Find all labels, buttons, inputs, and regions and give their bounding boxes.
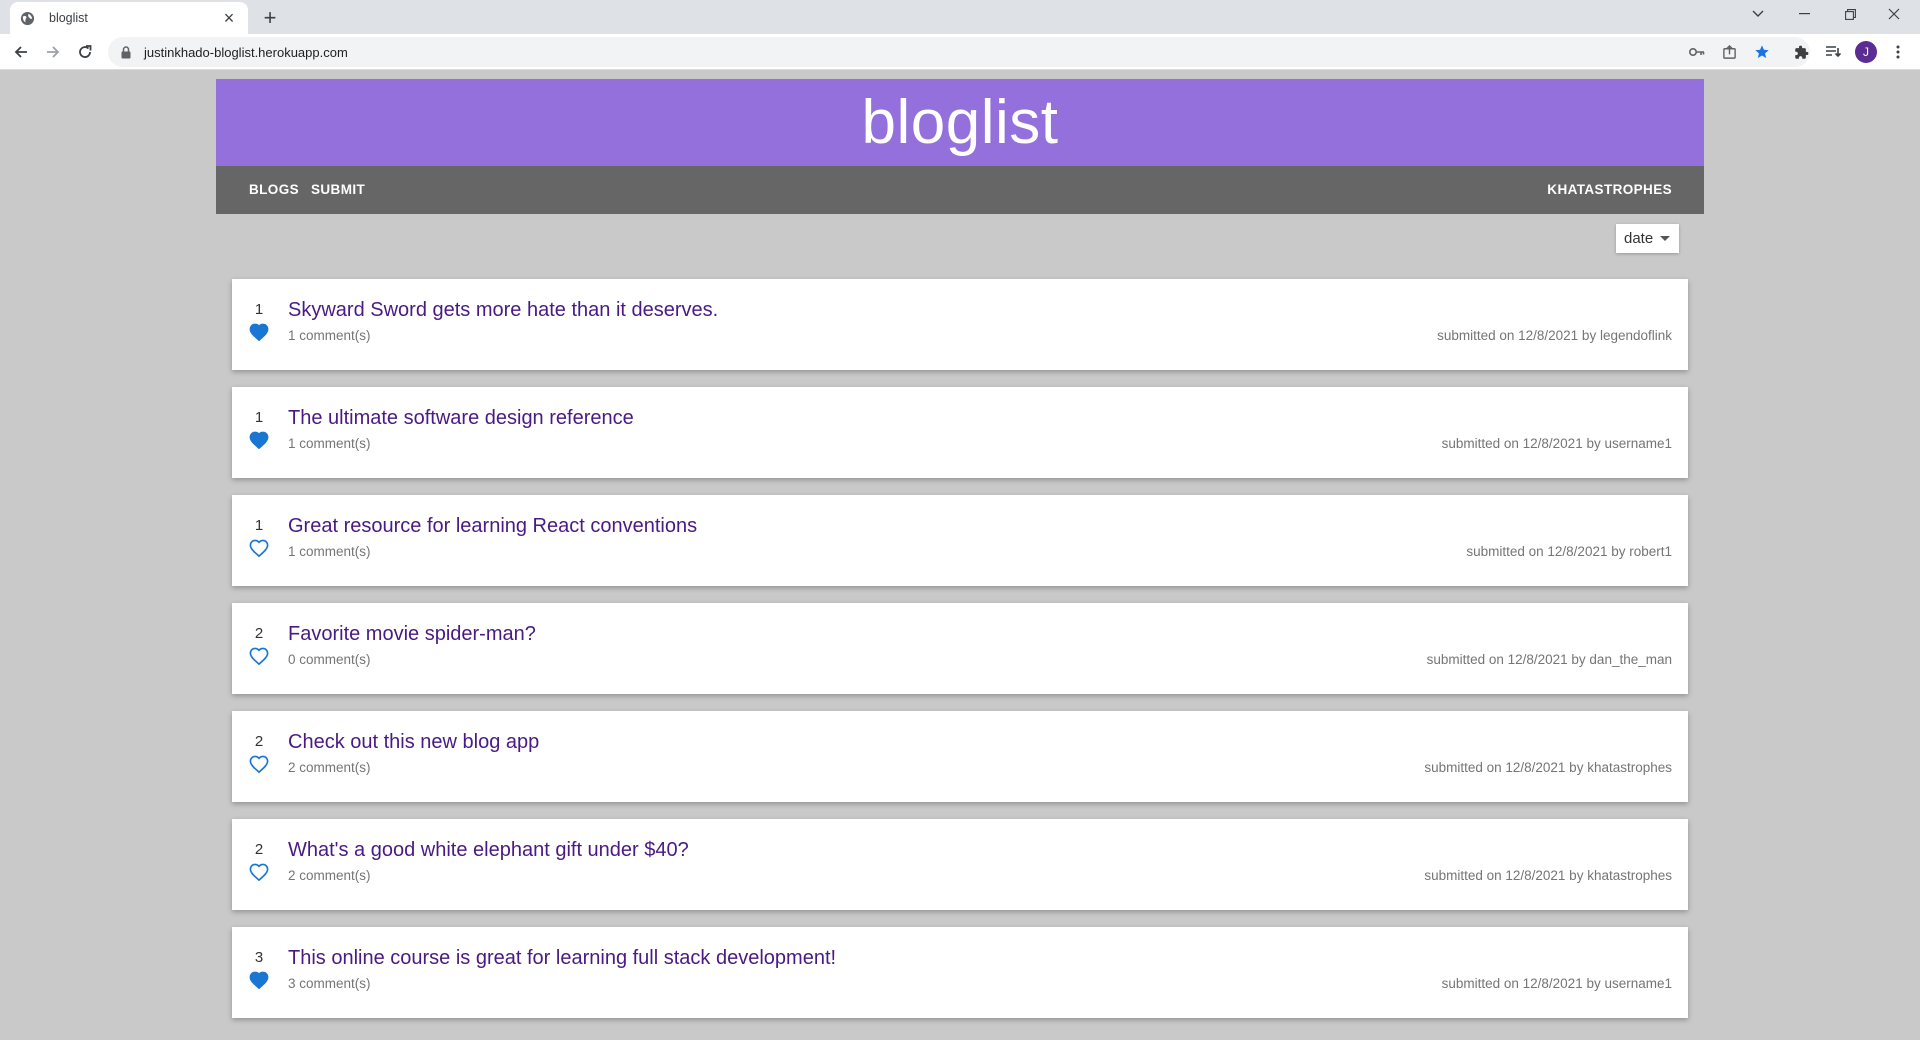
like-count: 2 [254,841,264,858]
share-icon[interactable] [1718,41,1740,63]
sort-selected-value: date [1624,230,1654,247]
forward-arrow-icon[interactable] [40,39,66,65]
heart-icon[interactable] [249,971,269,989]
reload-icon[interactable] [72,39,98,65]
like-count: 2 [254,733,264,750]
like-count: 1 [254,517,264,534]
close-window-icon[interactable] [1872,0,1916,28]
reading-list-icon[interactable] [1822,41,1844,63]
comment-count: 1 comment(s) [288,544,371,559]
submission-meta: submitted on 12/8/2021 by username1 [1441,976,1672,991]
nav-link-user[interactable]: KHATASTROPHES [1547,182,1672,197]
heart-icon[interactable] [249,755,269,773]
minimize-icon[interactable] [1782,0,1826,28]
comment-count: 2 comment(s) [288,760,371,775]
sort-select[interactable]: date [1616,224,1679,253]
profile-avatar[interactable]: J [1855,41,1877,63]
blog-title-link[interactable]: Skyward Sword gets more hate than it des… [288,299,718,322]
submission-meta: submitted on 12/8/2021 by robert1 [1466,544,1672,559]
heart-icon[interactable] [249,539,269,557]
extensions-icon[interactable] [1790,41,1812,63]
heart-icon[interactable] [249,647,269,665]
blog-title-link[interactable]: The ultimate software design reference [288,407,634,430]
submission-meta: submitted on 12/8/2021 by dan_the_man [1426,652,1672,667]
blog-card: 1 Great resource for learning React conv… [232,495,1688,586]
blog-title-link[interactable]: Check out this new blog app [288,731,539,754]
blog-title-link[interactable]: Favorite movie spider-man? [288,623,536,646]
nav-link-blogs[interactable]: BLOGS [249,182,299,197]
comment-count: 3 comment(s) [288,976,371,991]
comment-count: 0 comment(s) [288,652,371,667]
blog-title-link[interactable]: This online course is great for learning… [288,947,836,970]
like-count: 3 [254,949,264,966]
tab-title: bloglist [49,11,88,25]
comment-count: 1 comment(s) [288,328,371,343]
close-tab-icon[interactable]: × [220,9,238,27]
submission-meta: submitted on 12/8/2021 by legendoflink [1437,328,1672,343]
browser-tabstrip: bloglist × + [0,0,1920,34]
heart-icon[interactable] [249,863,269,881]
blog-card: 1 The ultimate software design reference… [232,387,1688,478]
back-arrow-icon[interactable] [8,39,34,65]
submission-meta: submitted on 12/8/2021 by username1 [1441,436,1672,451]
submission-meta: submitted on 12/8/2021 by khatastrophes [1424,868,1672,883]
key-icon[interactable] [1686,41,1708,63]
menu-kebab-icon[interactable] [1887,41,1909,63]
blog-title-link[interactable]: Great resource for learning React conven… [288,515,697,538]
blog-card: 2 Check out this new blog app 2 comment(… [232,711,1688,802]
lock-icon [120,45,132,59]
globe-icon [20,11,35,26]
comment-count: 1 comment(s) [288,436,371,451]
blog-card: 2 What's a good white elephant gift unde… [232,819,1688,910]
blog-card: 1 Skyward Sword gets more hate than it d… [232,279,1688,370]
like-count: 2 [254,625,264,642]
tab-search-icon[interactable] [1736,0,1780,28]
heart-icon[interactable] [249,323,269,341]
address-bar[interactable]: justinkhado-bloglist.herokuapp.com [108,37,1810,67]
submission-meta: submitted on 12/8/2021 by khatastrophes [1424,760,1672,775]
browser-tab[interactable]: bloglist × [10,2,248,34]
new-tab-icon[interactable]: + [258,5,282,30]
like-count: 1 [254,409,264,426]
restore-icon[interactable] [1828,0,1872,28]
dropdown-caret-icon [1660,236,1671,241]
nav-link-submit[interactable]: SUBMIT [311,182,365,197]
app-nav-bar: BLOGS SUBMIT KHATASTROPHES [216,166,1704,214]
blog-card: 2 Favorite movie spider-man? 0 comment(s… [232,603,1688,694]
url-text: justinkhado-bloglist.herokuapp.com [144,44,348,60]
browser-toolbar: justinkhado-bloglist.herokuapp.com J [0,34,1920,70]
comment-count: 2 comment(s) [288,868,371,883]
app-brand-title[interactable]: bloglist [862,87,1059,158]
like-count: 1 [254,301,264,318]
blog-title-link[interactable]: What's a good white elephant gift under … [288,839,689,862]
heart-icon[interactable] [249,431,269,449]
bookmark-star-icon[interactable] [1751,41,1773,63]
blog-card: 3 This online course is great for learni… [232,927,1688,1018]
app-header: bloglist [216,79,1704,166]
